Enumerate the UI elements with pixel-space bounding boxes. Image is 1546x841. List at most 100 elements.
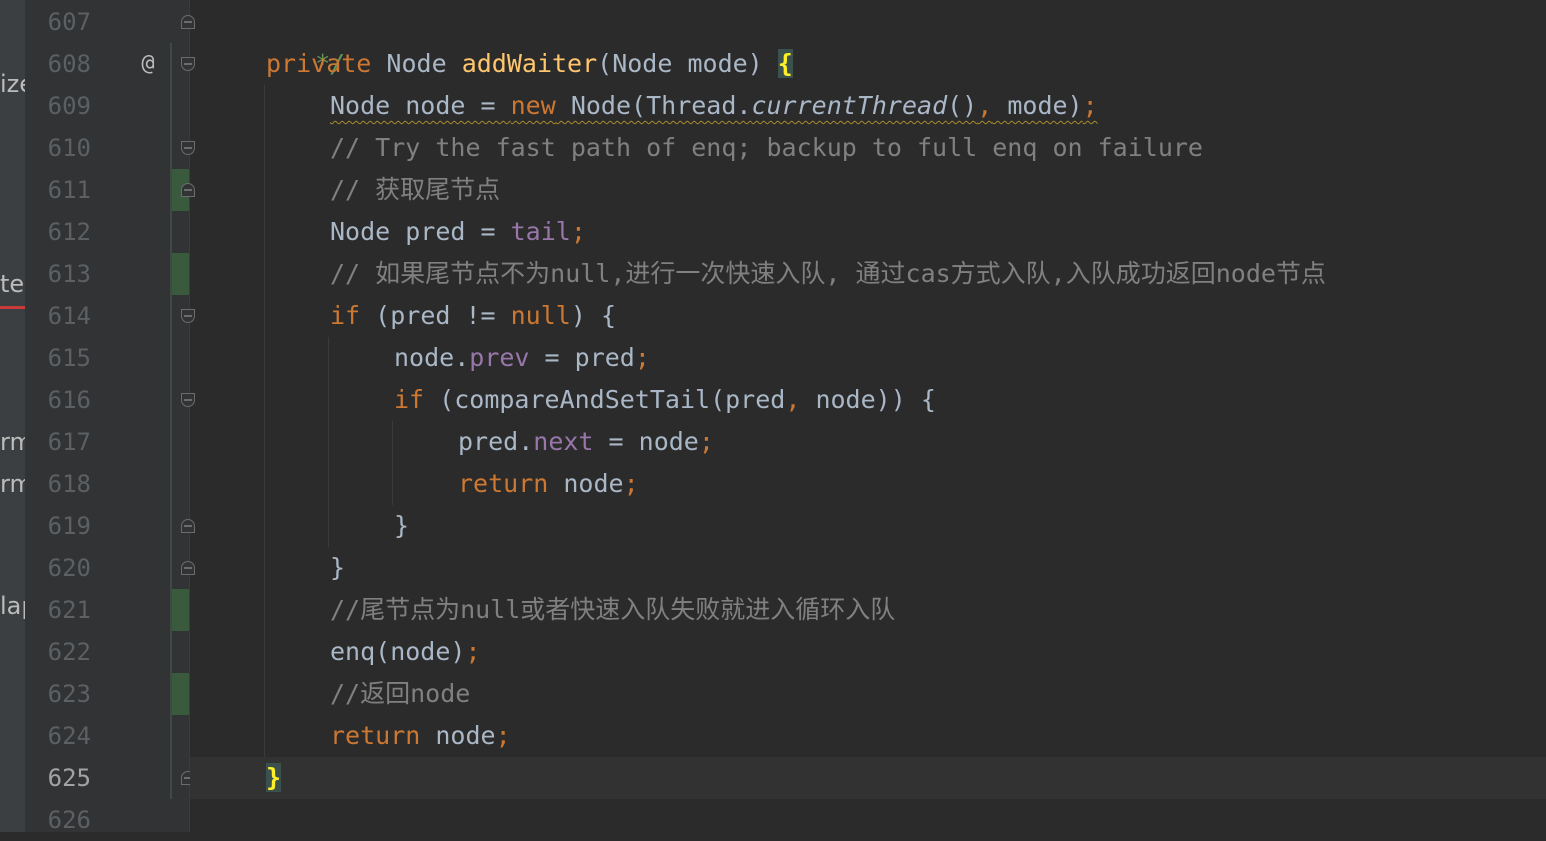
panel-text-fragment: rm xyxy=(0,428,25,456)
override-method-icon[interactable]: @ xyxy=(136,43,160,85)
code-line[interactable]: Node node = new Node(Thread.currentThrea… xyxy=(330,85,1098,127)
code-line[interactable]: } xyxy=(394,505,409,547)
indent-guide xyxy=(264,85,265,757)
code-token: node)) { xyxy=(800,385,936,414)
keyword-new: new xyxy=(510,91,556,120)
method-params: (Node mode) xyxy=(597,49,778,78)
line-number[interactable]: 616 xyxy=(25,379,91,421)
code-line[interactable]: //返回node xyxy=(330,673,470,715)
line-number[interactable]: 610 xyxy=(25,127,91,169)
line-number[interactable]: 613 xyxy=(25,253,91,295)
code-line-current[interactable]: } xyxy=(266,757,282,799)
code-line[interactable]: Node pred = tail; xyxy=(330,211,586,253)
matched-brace: } xyxy=(266,763,282,792)
code-token: enq(node) xyxy=(330,637,466,666)
fold-start-icon[interactable] xyxy=(181,393,195,407)
code-line[interactable]: // 获取尾节点 xyxy=(330,169,500,211)
line-number[interactable]: 608 xyxy=(25,43,91,85)
code-token: mode) xyxy=(992,91,1083,120)
code-token: Node pred = xyxy=(330,217,511,246)
keyword-if: if xyxy=(330,301,361,330)
line-number[interactable]: 609 xyxy=(25,85,91,127)
code-token: node. xyxy=(394,343,470,372)
code-token: () xyxy=(947,91,978,120)
panel-error-underline xyxy=(0,306,25,309)
line-number[interactable]: 618 xyxy=(25,463,91,505)
closing-brace: } xyxy=(394,511,410,540)
return-type: Node xyxy=(386,49,462,78)
line-number[interactable]: 607 xyxy=(25,1,91,43)
line-comment: // Try the fast path of enq; backup to f… xyxy=(330,133,1203,162)
code-line[interactable]: return node; xyxy=(330,715,511,757)
line-number[interactable]: 611 xyxy=(25,169,91,211)
fold-end-icon[interactable] xyxy=(181,519,195,533)
semicolon: ; xyxy=(570,217,586,246)
code-token: node xyxy=(420,721,496,750)
line-number[interactable]: 622 xyxy=(25,631,91,673)
gutter-divider xyxy=(189,0,190,832)
code-line[interactable]: enq(node); xyxy=(330,631,481,673)
keyword-null: null xyxy=(510,301,571,330)
line-number[interactable]: 619 xyxy=(25,505,91,547)
fold-start-icon[interactable] xyxy=(181,141,195,155)
semicolon: ; xyxy=(623,469,639,498)
code-line[interactable]: pred.next = node; xyxy=(458,421,714,463)
vcs-added-marker[interactable] xyxy=(172,253,189,295)
code-token: ) { xyxy=(570,301,616,330)
field-reference: prev xyxy=(469,343,530,372)
line-number[interactable]: 615 xyxy=(25,337,91,379)
code-token: Node node = xyxy=(330,91,511,120)
semicolon: ; xyxy=(495,721,511,750)
code-line[interactable]: */ xyxy=(270,1,345,78)
line-comment: //返回node xyxy=(330,679,471,708)
fold-start-icon[interactable] xyxy=(181,309,195,323)
field-reference: next xyxy=(533,427,594,456)
code-line[interactable]: // Try the fast path of enq; backup to f… xyxy=(330,127,1203,169)
semicolon: ; xyxy=(634,343,650,372)
fold-end-icon[interactable] xyxy=(181,15,195,29)
fold-start-icon[interactable] xyxy=(181,57,195,71)
line-comment: // 获取尾节点 xyxy=(330,175,501,204)
code-line[interactable]: // 如果尾节点不为null,进行一次快速入队, 通过cas方式入队,入队成功返… xyxy=(330,253,1326,295)
code-line[interactable]: if (compareAndSetTail(pred, node)) { xyxy=(394,379,936,421)
line-number[interactable]: 626 xyxy=(25,799,91,841)
keyword-return: return xyxy=(458,469,549,498)
line-number[interactable]: 612 xyxy=(25,211,91,253)
fold-end-icon[interactable] xyxy=(181,561,195,575)
semicolon: ; xyxy=(465,637,481,666)
semicolon: ; xyxy=(698,427,714,456)
current-line-highlight xyxy=(190,757,1546,799)
line-comment: //尾节点为null或者快速入队失败就进入循环入队 xyxy=(330,595,896,624)
comma: , xyxy=(977,91,993,120)
line-number-current[interactable]: 625 xyxy=(25,757,91,799)
line-number[interactable]: 620 xyxy=(25,547,91,589)
panel-text-fragment: te xyxy=(0,270,25,298)
field-reference: tail xyxy=(510,217,571,246)
method-name[interactable]: addWaiter xyxy=(462,49,597,78)
code-line[interactable]: return node; xyxy=(458,463,639,505)
fold-end-icon[interactable] xyxy=(181,183,195,197)
code-line[interactable]: if (pred != null) { xyxy=(330,295,616,337)
line-number[interactable]: 624 xyxy=(25,715,91,757)
vcs-added-marker[interactable] xyxy=(172,673,189,715)
keyword-return: return xyxy=(330,721,421,750)
comma: , xyxy=(785,385,801,414)
line-number[interactable]: 614 xyxy=(25,295,91,337)
line-comment: // 如果尾节点不为null,进行一次快速入队, 通过cas方式入队,入队成功返… xyxy=(330,259,1326,288)
code-token: (compareAndSetTail(pred xyxy=(424,385,786,414)
vcs-added-marker[interactable] xyxy=(172,589,189,631)
code-token: = pred xyxy=(529,343,635,372)
panel-text-fragment: rm xyxy=(0,470,25,498)
code-line[interactable]: private Node addWaiter(Node mode) { xyxy=(266,43,793,85)
line-number[interactable]: 617 xyxy=(25,421,91,463)
code-line[interactable]: } xyxy=(330,547,345,589)
line-number[interactable]: 621 xyxy=(25,589,91,631)
static-method-call: currentThread xyxy=(751,91,948,120)
line-number[interactable]: 623 xyxy=(25,673,91,715)
matched-brace: { xyxy=(777,49,793,78)
code-line[interactable]: node.prev = pred; xyxy=(394,337,650,379)
keyword-if: if xyxy=(394,385,425,414)
code-line[interactable]: //尾节点为null或者快速入队失败就进入循环入队 xyxy=(330,589,895,631)
code-token: pred. xyxy=(458,427,534,456)
keyword-private: private xyxy=(266,49,387,78)
